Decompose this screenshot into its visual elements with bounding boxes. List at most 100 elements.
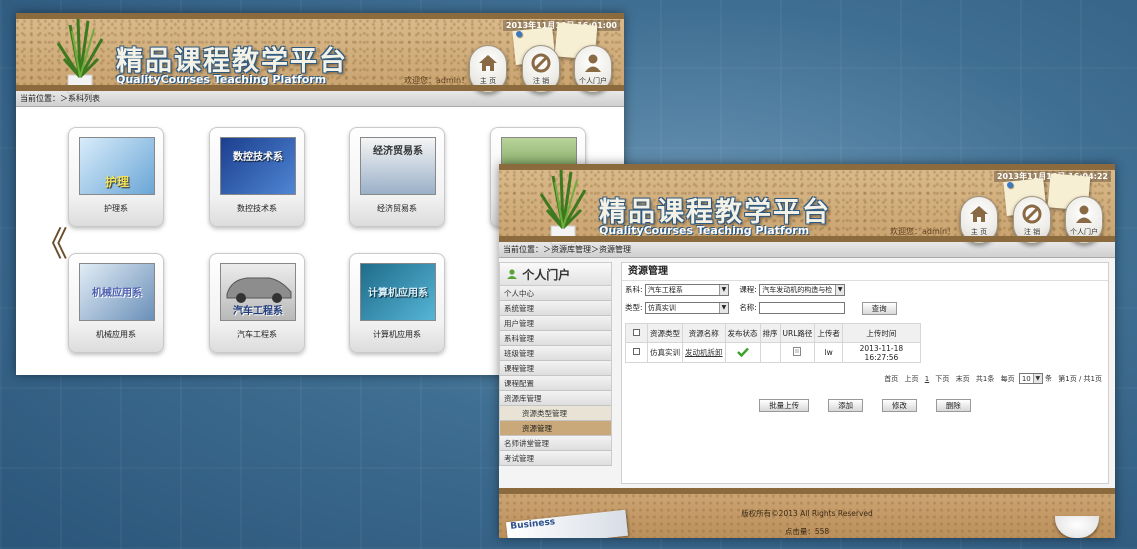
course-select[interactable]: 汽车发动机的构造与检 ▼ [759,284,846,296]
chevron-down-icon: ▼ [718,285,728,295]
document-icon[interactable] [793,347,802,356]
table-row: 仿真实训 发动机拆卸 lw 2013-11-18 16:27:56 [625,342,921,363]
user-icon [507,269,517,279]
home-icon [970,206,988,222]
department-tile-nursing[interactable]: 护理 护理系 [68,127,164,227]
department-tile-automotive[interactable]: 汽车工程系 汽车工程系 [209,253,305,353]
forbidden-icon [531,53,551,73]
copyright-text: 版权所有©2013 All Rights Reserved [741,509,873,518]
course-label: 课程: [739,285,757,294]
forbidden-icon [1022,204,1042,224]
table-header-row: 资源类型 资源名称 发布状态 排序 URL路径 上传者 上传时间 [625,323,921,343]
department-label: 系科: [625,285,643,294]
filter-row-1: 系科: 汽车工程系 ▼ 课程: 汽车发动机的构造与检 ▼ [622,281,1108,299]
chevron-down-icon: ▼ [1032,374,1042,383]
department-name: 护理系 [104,204,128,213]
department-select[interactable]: 汽车工程系 ▼ [644,284,729,296]
department-name: 计算机应用系 [373,330,421,339]
cell-status [724,342,761,363]
total-count: 共1条 [975,374,995,383]
resource-link[interactable]: 发动机拆卸 [685,348,723,357]
sidebar-item-resources[interactable]: 资源管理 [499,421,612,436]
cell-order [759,342,781,363]
plant-icon [539,169,587,245]
per-page-label: 每页 [1000,374,1015,383]
header-banner: 精品课程教学平台 QualityCourses Teaching Platfor… [16,13,624,94]
prev-arrow-icon[interactable]: 《 [34,217,68,266]
column-header: 资源名称 [682,323,726,343]
per-page-unit: 条 [1045,374,1053,383]
batch-upload-button[interactable]: 批量上传 [759,399,810,412]
sidebar: 个人门户 个人中心 系统管理 用户管理 系科管理 班级管理 课程管理 课程配置 … [499,262,612,488]
edit-button[interactable]: 修改 [881,399,917,412]
cell-uploader: lw [814,342,843,363]
department-tile-computer[interactable]: 计算机应用系 计算机应用系 [349,253,445,353]
first-page-link[interactable]: 首页 [884,375,898,383]
add-button[interactable]: 添加 [828,399,864,412]
department-thumbnail: 数控技术系 [220,137,296,195]
page-number-link[interactable]: 1 [925,375,929,383]
content-area: 个人门户 个人中心 系统管理 用户管理 系科管理 班级管理 课程管理 课程配置 … [499,258,1115,488]
department-thumbnail: 护理 [79,137,155,195]
sidebar-item-classes[interactable]: 班级管理 [499,346,612,361]
name-input[interactable] [759,302,846,314]
delete-button[interactable]: 删除 [935,399,971,412]
check-icon [736,347,749,357]
column-header: 上传者 [814,323,843,343]
sidebar-item-users[interactable]: 用户管理 [499,316,612,331]
name-label: 名称: [739,303,757,312]
department-thumbnail: 机械应用系 [79,263,155,321]
per-page-select[interactable]: 10 ▼ [1018,373,1043,384]
prev-page-link[interactable]: 上页 [904,375,918,383]
row-checkbox-cell[interactable] [625,342,648,363]
sidebar-item-courses[interactable]: 课程管理 [499,361,612,376]
cell-time: 2013-11-18 16:27:56 [841,342,921,363]
sidebar-item-lectures[interactable]: 名师讲堂管理 [499,436,612,451]
sidebar-item-exams[interactable]: 考试管理 [499,451,612,466]
hit-counter: 点击量：558 [784,527,830,536]
user-icon [585,54,601,72]
column-header: URL路径 [779,323,816,343]
department-name: 经济贸易系 [377,204,417,213]
resource-panel: 资源管理 系科: 汽车工程系 ▼ 课程: 汽车发动机的构造与检 ▼ 类型: 仿真… [621,262,1109,484]
checkbox[interactable] [633,328,640,336]
action-bar: 批量上传 添加 修改 删除 [622,399,1108,412]
search-button[interactable]: 查询 [861,301,897,315]
department-name: 数控技术系 [237,204,277,213]
header-banner: 精品课程教学平台 QualityCourses Teaching Platfor… [499,164,1115,245]
page-title: 资源管理 [622,263,1108,281]
cell-name: 发动机拆卸 [682,342,726,363]
sidebar-item-departments[interactable]: 系科管理 [499,331,612,346]
sidebar-item-system[interactable]: 系统管理 [499,301,612,316]
footer: Business 版权所有©2013 All Rights Reserved 点… [499,488,1115,538]
car-icon [226,277,292,303]
home-icon [479,55,497,71]
pin-icon [1007,182,1013,188]
select-all-checkbox-cell[interactable] [625,323,648,343]
department-tile-mechanical[interactable]: 机械应用系 机械应用系 [68,253,164,353]
filter-row-2: 类型: 仿真实训 ▼ 名称: 查询 [622,299,1108,317]
column-header: 上传时间 [841,323,921,343]
department-thumbnail: 经济贸易系 [360,137,436,195]
last-page-link[interactable]: 末页 [956,375,970,383]
cell-url [779,342,816,363]
resource-management-window: 精品课程教学平台 QualityCourses Teaching Platfor… [499,164,1115,538]
page-info: 第1页 / 共1页 [1058,374,1102,383]
department-name: 机械应用系 [96,330,136,339]
department-thumbnail: 计算机应用系 [360,263,436,321]
sidebar-item-resource-library[interactable]: 资源库管理 [499,391,612,406]
next-page-link[interactable]: 下页 [935,375,949,383]
sidebar-item-resource-types[interactable]: 资源类型管理 [499,406,612,421]
type-label: 类型: [625,303,643,312]
column-header: 发布状态 [724,323,761,343]
sidebar-item-personal-center[interactable]: 个人中心 [499,286,612,301]
sidebar-title: 个人门户 [499,262,612,286]
cell-type: 仿真实训 [647,342,683,363]
checkbox[interactable] [633,348,640,355]
sidebar-item-course-config[interactable]: 课程配置 [499,376,612,391]
user-icon [1076,205,1092,223]
type-select[interactable]: 仿真实训 ▼ [644,302,729,314]
plant-icon [56,18,104,94]
department-tile-cnc[interactable]: 数控技术系 数控技术系 [209,127,305,227]
department-tile-economy[interactable]: 经济贸易系 经济贸易系 [349,127,445,227]
